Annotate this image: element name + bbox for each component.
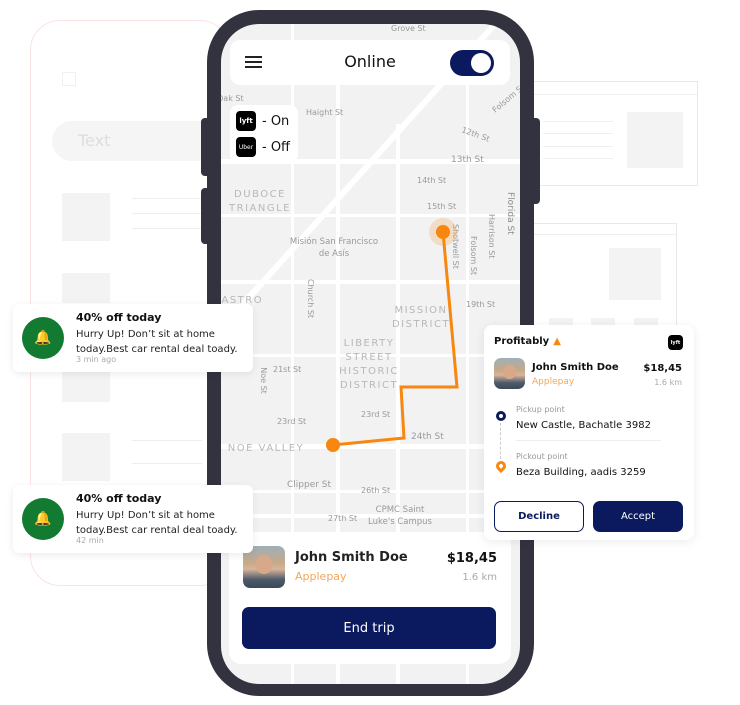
pickup-address: New Castle, Bachatle 3982 (516, 420, 651, 431)
profitability-badge: Profitably (494, 336, 550, 347)
notification-time: 3 min ago (76, 355, 117, 364)
decline-button[interactable]: Decline (494, 501, 584, 532)
payment-method: Applepay (532, 377, 575, 387)
accept-button[interactable]: Accept (593, 501, 683, 532)
destination-marker (436, 225, 450, 239)
trip-distance: 1.6 km (462, 572, 497, 583)
notification-card[interactable]: 🔔 40% off today Hurry Up! Don’t sit at h… (13, 304, 253, 372)
notification-title: 40% off today (76, 492, 162, 505)
pickup-label: Pickup point (516, 405, 565, 414)
lyft-logo-icon: lyft (668, 335, 683, 350)
status-header: Online (230, 40, 510, 85)
notification-time: 42 min (76, 536, 104, 545)
platform-status-card: lyft - On Uber - Off (230, 105, 298, 162)
dropoff-pin-icon (493, 458, 509, 474)
request-price: $18,45 (643, 363, 682, 374)
fire-icon: ▲ (553, 336, 561, 347)
online-toggle[interactable] (450, 50, 494, 76)
notification-body: Hurry Up! Don’t sit at home today.Best c… (76, 329, 238, 355)
end-trip-button[interactable]: End trip (242, 607, 496, 649)
dropoff-label: Pickout point (516, 452, 568, 461)
dropoff-address: Beza Building, aadis 3259 (516, 467, 646, 478)
notification-body: Hurry Up! Don’t sit at home today.Best c… (76, 510, 238, 536)
route-line (332, 231, 459, 447)
ride-request-card: Profitably ▲ lyft John Smith Doe Applepa… (484, 325, 694, 540)
bell-icon: 🔔 (22, 317, 64, 359)
request-distance: 1.6 km (654, 378, 682, 387)
avatar (494, 358, 525, 389)
platform-uber[interactable]: Uber - Off (236, 137, 290, 157)
lyft-logo-icon: lyft (236, 111, 256, 131)
rider-name: John Smith Doe (532, 362, 619, 373)
uber-logo-icon: Uber (236, 137, 256, 157)
bell-icon: 🔔 (22, 498, 64, 540)
trip-price: $18,45 (446, 551, 497, 566)
notification-card[interactable]: 🔔 40% off today Hurry Up! Don’t sit at h… (13, 485, 253, 553)
divider (516, 440, 661, 441)
notification-title: 40% off today (76, 311, 162, 324)
platform-status: - On (262, 113, 290, 129)
origin-marker (326, 438, 340, 452)
payment-method: Applepay (295, 570, 347, 583)
pickup-dot-icon (496, 411, 506, 421)
current-trip-card: John Smith Doe Applepay $18,45 1.6 km En… (229, 532, 511, 664)
platform-lyft[interactable]: lyft - On (236, 111, 289, 131)
route-dashed-line (500, 423, 501, 459)
rider-name: John Smith Doe (295, 550, 408, 565)
platform-status: - Off (262, 139, 291, 155)
